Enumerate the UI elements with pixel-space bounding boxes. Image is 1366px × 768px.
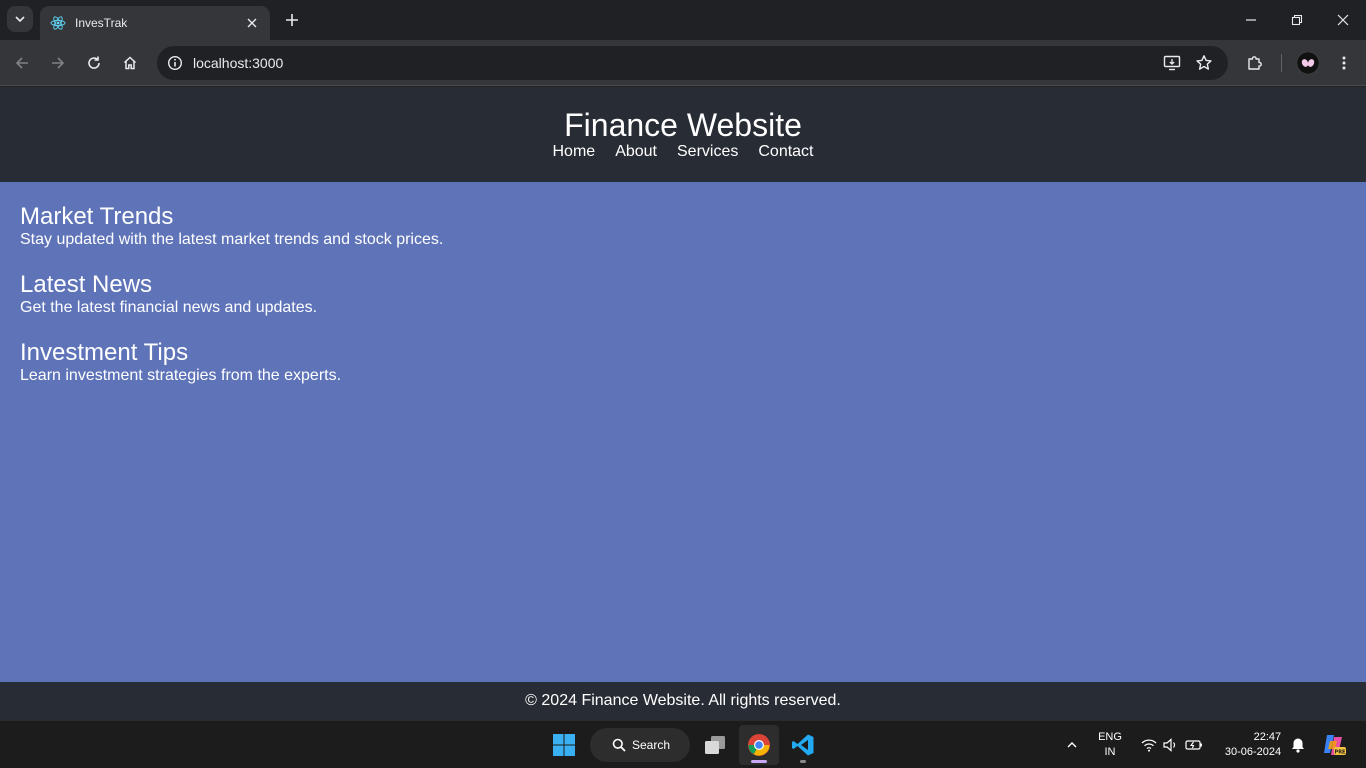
quick-settings-button[interactable] <box>1135 721 1209 768</box>
clock-time: 22:47 <box>1253 731 1282 743</box>
site-footer: © 2024 Finance Website. All rights reser… <box>0 682 1366 720</box>
language-code: ENG <box>1098 731 1122 743</box>
notifications-button[interactable] <box>1288 721 1308 768</box>
url-text: localhost:3000 <box>193 55 284 71</box>
section-text: Stay updated with the latest market tren… <box>20 231 444 248</box>
site-nav: Home About Services Contact <box>0 143 1366 161</box>
close-icon <box>247 18 257 28</box>
browser-menu-button[interactable] <box>1332 51 1356 75</box>
taskbar-search[interactable]: Search <box>590 728 690 762</box>
browser-tab[interactable]: InvesTrak <box>40 6 270 40</box>
star-icon <box>1196 55 1212 70</box>
back-button[interactable] <box>10 51 34 75</box>
nav-link-services[interactable]: Services <box>677 143 738 161</box>
site-info-button[interactable] <box>165 53 185 73</box>
region-code: IN <box>1104 746 1116 758</box>
arrow-left-icon <box>15 57 28 69</box>
install-app-button[interactable] <box>1162 53 1182 73</box>
minimize-icon <box>1246 19 1256 21</box>
bookmark-button[interactable] <box>1194 53 1214 73</box>
extensions-button[interactable] <box>1243 51 1267 75</box>
task-view-button[interactable] <box>695 725 735 765</box>
section-heading: Investment Tips <box>20 339 189 366</box>
vscode-icon <box>792 734 814 756</box>
clock-date: 30-06-2024 <box>1224 746 1282 758</box>
close-icon <box>1337 14 1349 26</box>
svg-text:PRE: PRE <box>1335 750 1347 756</box>
tab-title: InvesTrak <box>75 16 128 30</box>
restore-button[interactable] <box>1274 0 1320 40</box>
kebab-menu-icon <box>1342 56 1346 70</box>
close-window-button[interactable] <box>1320 0 1366 40</box>
wifi-icon <box>1141 739 1157 752</box>
clock[interactable]: 22:47 30-06-2024 <box>1215 721 1291 768</box>
nav-link-contact[interactable]: Contact <box>758 143 813 161</box>
active-indicator <box>751 760 767 763</box>
web-page: Finance Website Home About Services Cont… <box>0 87 1366 720</box>
section-text: Get the latest financial news and update… <box>20 299 318 316</box>
chevron-up-icon <box>1067 742 1077 748</box>
tab-search-button[interactable] <box>7 6 33 32</box>
nav-link-home[interactable]: Home <box>553 143 596 161</box>
taskbar-search-label: Search <box>632 738 671 752</box>
forward-button[interactable] <box>46 51 70 75</box>
site-title: Finance Website <box>564 107 802 143</box>
footer-copyright: © 2024 Finance Website. All rights reser… <box>525 692 841 709</box>
new-tab-button[interactable] <box>282 10 302 30</box>
minimize-button[interactable] <box>1228 0 1274 40</box>
nav-link-about[interactable]: About <box>615 143 657 161</box>
install-app-icon <box>1163 55 1181 71</box>
profile-avatar[interactable] <box>1297 52 1319 74</box>
plus-icon <box>286 14 298 26</box>
start-button[interactable] <box>544 725 584 765</box>
toolbar-divider <box>1281 54 1282 72</box>
puzzle-icon <box>1248 56 1262 70</box>
section-heading: Latest News <box>20 271 153 298</box>
volume-icon <box>1163 738 1176 752</box>
tab-close-button[interactable] <box>244 15 260 31</box>
show-hidden-icons-button[interactable] <box>1060 721 1084 768</box>
address-bar[interactable]: localhost:3000 <box>157 46 1228 80</box>
copilot-button[interactable]: PRE <box>1318 721 1350 768</box>
reload-icon <box>88 56 100 69</box>
section-market-trends: Market Trends Stay updated with the late… <box>20 203 443 249</box>
chevron-down-icon <box>15 16 25 23</box>
home-button[interactable] <box>118 51 142 75</box>
section-latest-news: Latest News Get the latest financial new… <box>20 271 443 317</box>
chrome-icon <box>748 734 770 756</box>
main-content: Market Trends Stay updated with the late… <box>20 203 443 407</box>
home-icon <box>123 56 137 70</box>
taskbar-chrome[interactable] <box>739 725 779 765</box>
restore-icon <box>1291 14 1303 26</box>
windows-logo-icon <box>553 734 575 756</box>
section-investment-tips: Investment Tips Learn investment strateg… <box>20 339 443 385</box>
reload-button[interactable] <box>82 51 106 75</box>
copilot-icon: PRE <box>1324 735 1347 756</box>
react-icon <box>50 15 66 31</box>
browser-toolbar: localhost:3000 <box>0 40 1366 86</box>
section-heading: Market Trends <box>20 203 174 230</box>
section-text: Learn investment strategies from the exp… <box>20 367 342 384</box>
language-indicator[interactable]: ENG IN <box>1092 721 1128 768</box>
arrow-right-icon <box>52 57 65 69</box>
browser-tabstrip: InvesTrak <box>0 0 1366 40</box>
info-icon <box>167 55 183 71</box>
profile-picture-icon <box>1297 52 1319 74</box>
search-icon <box>612 738 626 752</box>
task-view-icon <box>705 736 725 754</box>
site-header: Finance Website Home About Services Cont… <box>0 87 1366 182</box>
open-indicator <box>800 760 806 763</box>
battery-charging-icon <box>1185 740 1202 750</box>
bell-icon <box>1292 738 1304 753</box>
taskbar-vscode[interactable] <box>783 725 823 765</box>
taskbar: Search ENG IN 22:47 30-06-2024 PRE <box>0 720 1366 768</box>
